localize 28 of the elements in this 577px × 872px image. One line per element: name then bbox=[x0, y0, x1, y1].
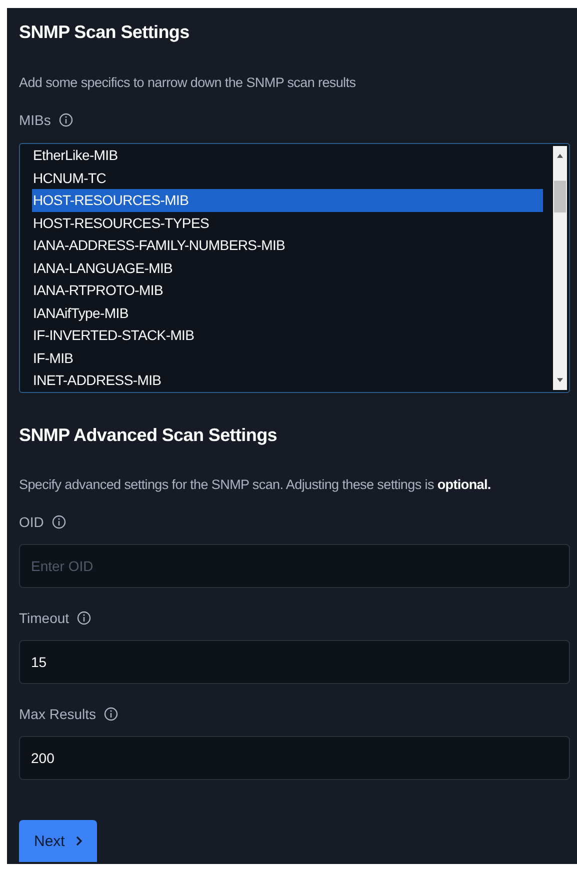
list-item[interactable]: IANA-ADDRESS-FAMILY-NUMBERS-MIB bbox=[32, 234, 543, 256]
info-icon[interactable] bbox=[58, 113, 73, 127]
list-item[interactable]: IANA-RTPROTO-MIB bbox=[32, 279, 543, 302]
list-item[interactable]: INET-ADDRESS-MIB bbox=[32, 369, 543, 392]
list-item[interactable]: HCNUM-TC bbox=[32, 166, 543, 189]
info-icon[interactable] bbox=[104, 707, 118, 721]
input-field[interactable]: 15 bbox=[19, 640, 570, 684]
list-item[interactable]: IF-INVERTED-STACK-MIB bbox=[32, 324, 543, 346]
section-description: Add some specifics to narrow down the SNMP scan results bbox=[19, 75, 357, 90]
list-item[interactable]: IANAifType-MIB bbox=[32, 302, 543, 324]
section-title: SNMP Advanced Scan Settings bbox=[19, 425, 278, 446]
list-item[interactable]: HOST-RESOURCES-TYPES bbox=[32, 212, 543, 234]
next-button[interactable]: Next bbox=[19, 820, 97, 862]
list-item[interactable]: HOST-RESOURCES-MIB bbox=[32, 189, 543, 212]
chevron-right-icon bbox=[74, 835, 83, 847]
list-item[interactable]: IF-MIB bbox=[32, 346, 543, 369]
list-item[interactable]: EtherLike-MIB bbox=[32, 144, 543, 166]
input-field[interactable]: Enter OID bbox=[19, 544, 570, 588]
field-label: OID bbox=[19, 514, 44, 530]
list-item[interactable]: IANA-LANGUAGE-MIB bbox=[32, 256, 543, 279]
field-label: MIBs bbox=[19, 112, 51, 128]
input-field[interactable]: 200 bbox=[19, 736, 570, 780]
info-icon[interactable] bbox=[77, 611, 92, 625]
field-label: Timeout bbox=[19, 610, 70, 626]
section-description: Specify advanced settings for the SNMP scan. Adjusting these settings is optional. bbox=[19, 477, 492, 492]
section-title: SNMP Scan Settings bbox=[19, 22, 190, 43]
info-icon[interactable] bbox=[52, 515, 66, 529]
field-label: Max Results bbox=[19, 706, 96, 722]
